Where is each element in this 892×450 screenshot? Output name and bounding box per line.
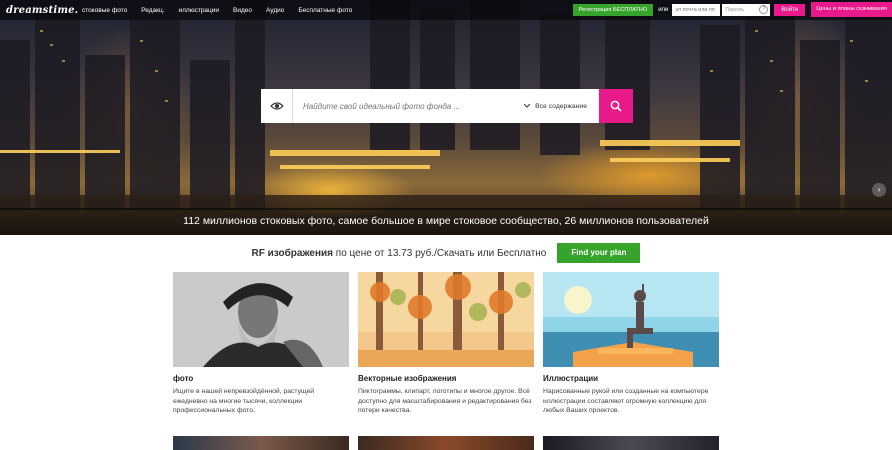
- nav-illustrations[interactable]: иллюстрации: [179, 7, 220, 14]
- next-slide-arrow[interactable]: ›: [872, 183, 886, 197]
- search-button[interactable]: [599, 89, 633, 123]
- card-description: Пиктограммы, клипарт, логотипы и многое …: [358, 388, 532, 414]
- autumn-forest-vector[interactable]: [358, 272, 534, 367]
- card-description: Ищите в нашей непревзойдённой, растущей …: [173, 388, 315, 414]
- yoga-dog-illustration[interactable]: [543, 272, 719, 367]
- content-type-label: Все содержание: [535, 102, 587, 110]
- bearded-man-photo[interactable]: [173, 272, 349, 367]
- nav-free-photos[interactable]: Бесплатные фото: [298, 7, 352, 14]
- top-navigation: dreamstime. стоковые фото Редакц. иллюст…: [0, 0, 892, 20]
- card-description: Нарисованные рукой или созданные на комп…: [543, 388, 709, 414]
- hero-tagline: 112 миллионов стоковых фото, самое больш…: [0, 208, 892, 235]
- nav-video[interactable]: Видео: [233, 7, 252, 14]
- category-card-photo[interactable]: фото Ищите в нашей непревзойдённой, раст…: [173, 272, 349, 416]
- nav-stock-photos[interactable]: стоковые фото: [82, 7, 127, 14]
- next-row-image-2[interactable]: [358, 436, 534, 450]
- nav-audio[interactable]: Аудио: [266, 7, 284, 14]
- search-input[interactable]: [293, 101, 525, 111]
- rf-pricing-row: RF изображения по цене от 13.73 руб./Ска…: [0, 243, 892, 263]
- rf-bold-label: RF изображения: [251, 247, 333, 259]
- email-field[interactable]: [672, 3, 721, 16]
- login-button[interactable]: Войти: [774, 3, 806, 16]
- category-card-vectors[interactable]: Векторные изображения Пиктограммы, клипа…: [358, 272, 534, 416]
- dreamstime-logo[interactable]: dreamstime.: [6, 5, 78, 16]
- category-card-illustrations[interactable]: Иллюстрации Нарисованные рукой или созда…: [543, 272, 719, 416]
- hero-banner: dreamstime. стоковые фото Редакц. иллюст…: [0, 0, 892, 235]
- help-icon[interactable]: ?: [759, 4, 769, 14]
- account-area: Регистрация БЕСПЛАТНО или Пароль ? Войти…: [572, 2, 892, 17]
- pricing-button[interactable]: Цены и планы скачивания: [811, 2, 892, 17]
- nav-editorial[interactable]: Редакц.: [141, 7, 164, 14]
- register-button[interactable]: Регистрация БЕСПЛАТНО: [572, 3, 654, 16]
- password-field[interactable]: Пароль ?: [722, 3, 771, 16]
- card-title[interactable]: Иллюстрации: [543, 374, 719, 383]
- chevron-down-icon: [523, 103, 531, 110]
- eye-icon[interactable]: [261, 89, 293, 123]
- next-row-image-3[interactable]: [543, 436, 719, 450]
- find-plan-button[interactable]: Find your plan: [557, 243, 641, 263]
- content-type-dropdown[interactable]: Все содержание: [523, 102, 599, 110]
- or-label: или: [658, 6, 669, 13]
- rf-pricing-text: RF изображения по цене от 13.73 руб./Ска…: [252, 248, 547, 259]
- search-icon: [610, 100, 622, 112]
- next-row-image-1[interactable]: [173, 436, 349, 450]
- search-bar: Все содержание: [261, 89, 633, 123]
- rf-price-label: по цене от 13.73 руб./Скачать или Беспла…: [333, 247, 547, 259]
- card-title[interactable]: фото: [173, 374, 349, 383]
- card-title[interactable]: Векторные изображения: [358, 374, 534, 383]
- password-placeholder: Пароль: [725, 6, 745, 13]
